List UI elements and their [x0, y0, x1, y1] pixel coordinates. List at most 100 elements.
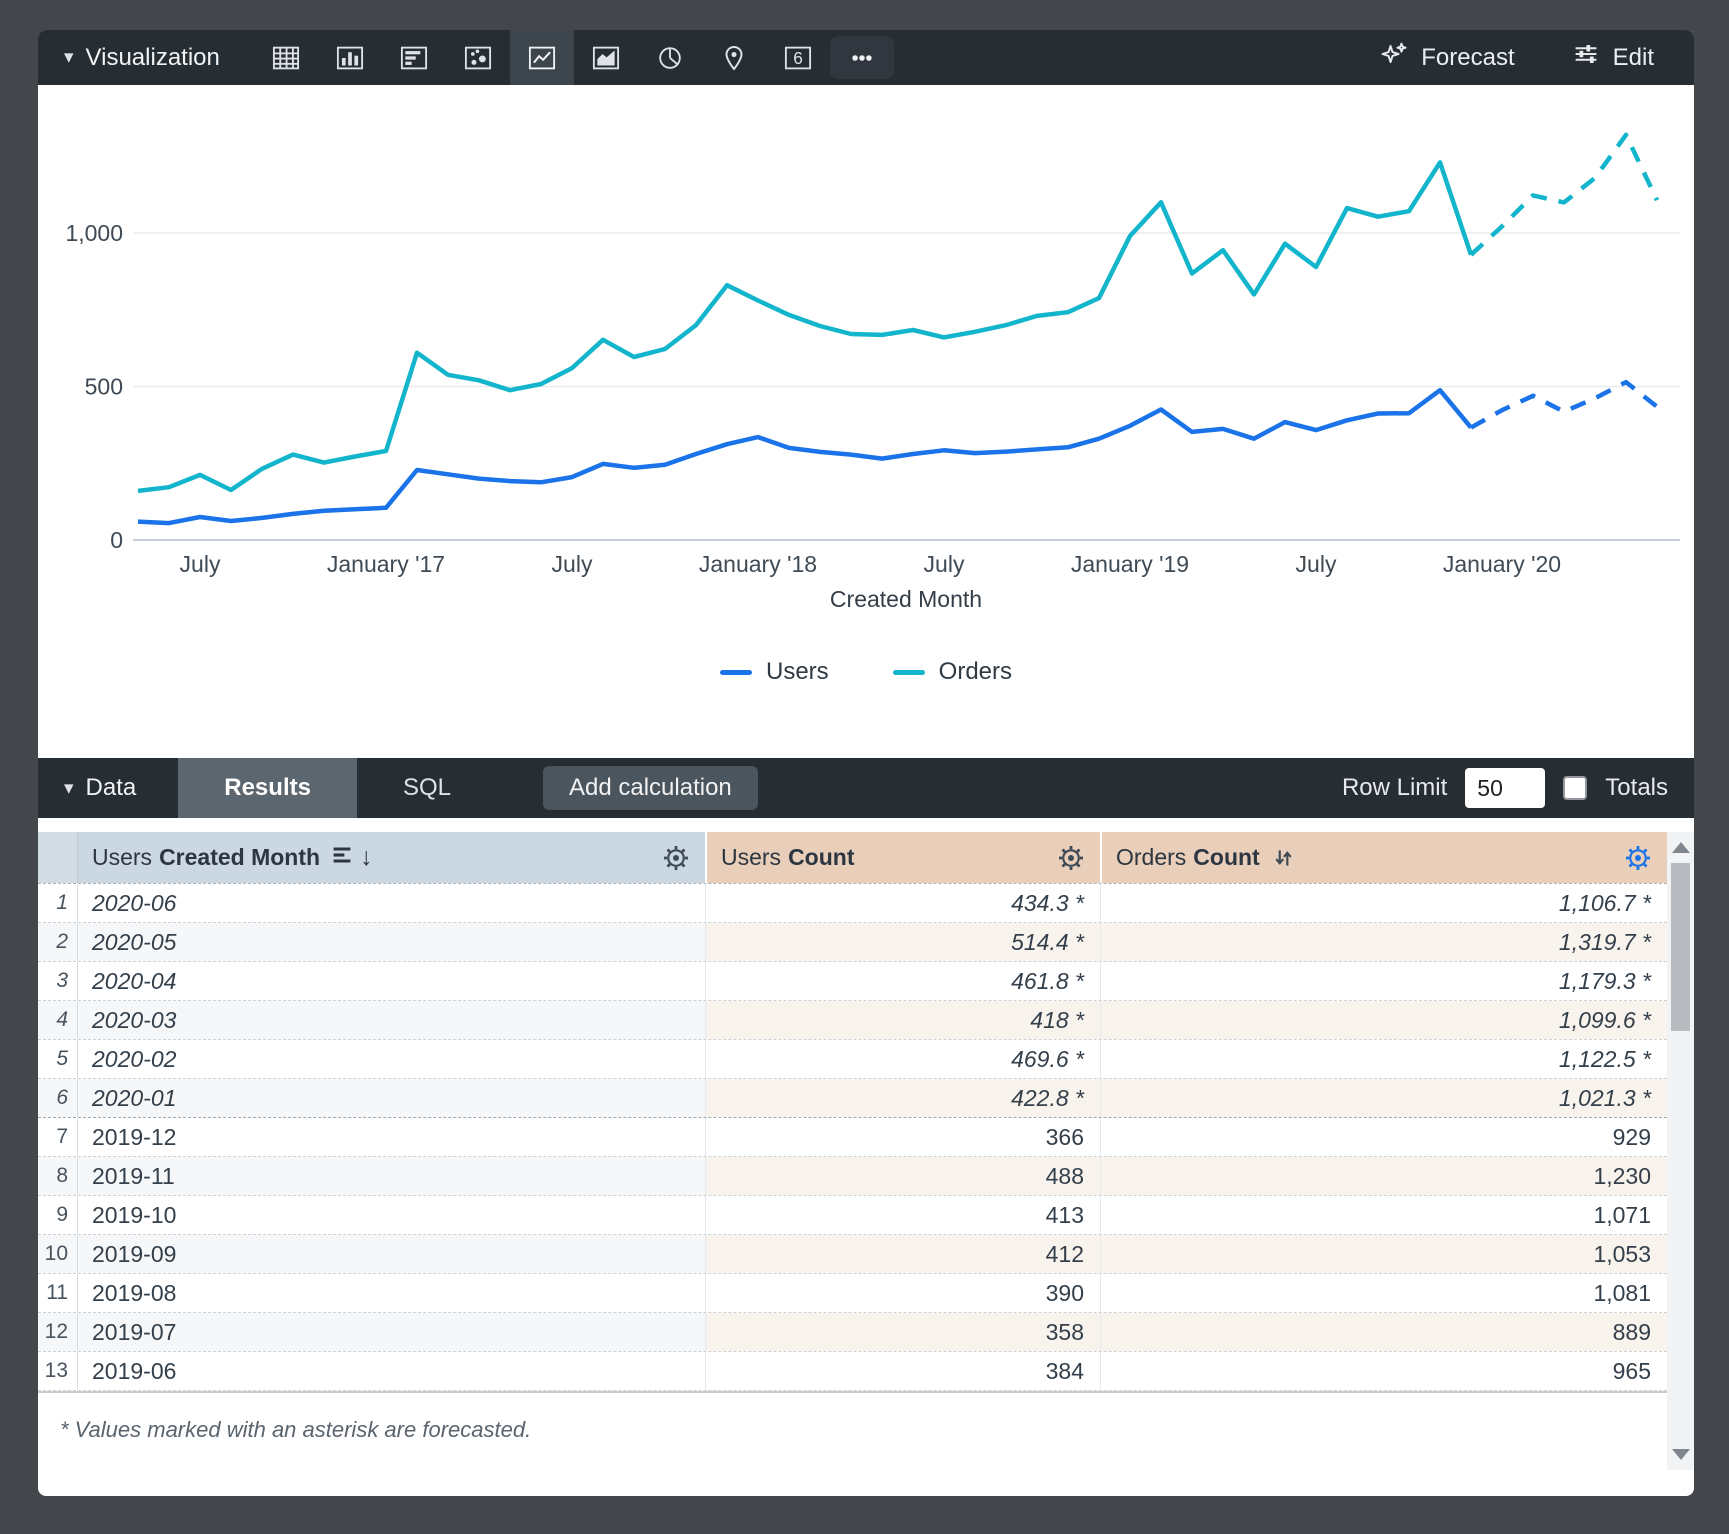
visualization-toolbar: ▾ Visualization: [38, 30, 1694, 85]
more-chart-types-icon[interactable]: [830, 36, 894, 79]
chart-legend: Users Orders: [38, 658, 1694, 686]
edit-button[interactable]: Edit: [1571, 39, 1654, 76]
totals-label: Totals: [1605, 774, 1668, 802]
cell-orders-count: 1,071: [1100, 1196, 1667, 1234]
cell-created-month: 2019-11: [78, 1157, 705, 1195]
svg-text:January '19: January '19: [1071, 551, 1189, 577]
table-row: 102019-094121,053: [38, 1235, 1667, 1274]
table-row: 72019-12366929: [38, 1118, 1667, 1157]
scroll-down-icon[interactable]: [1672, 1449, 1690, 1460]
cell-orders-count: 929: [1100, 1118, 1667, 1156]
table-row: 62020-01422.8 *1,021.3 *: [38, 1079, 1667, 1118]
tab-results[interactable]: Results: [178, 758, 357, 818]
scroll-up-icon[interactable]: [1672, 842, 1690, 853]
add-calculation-button[interactable]: Add calculation: [543, 766, 758, 810]
cell-users-count: 514.4 *: [705, 923, 1100, 961]
cell-created-month: 2019-08: [78, 1274, 705, 1312]
svg-text:July: July: [552, 551, 593, 577]
cell-users-count: 488: [705, 1157, 1100, 1195]
cell-created-month: 2020-05: [78, 923, 705, 961]
cell-orders-count: 1,122.5 *: [1100, 1040, 1667, 1078]
row-number: 4: [38, 1001, 78, 1039]
cell-orders-count: 1,081: [1100, 1274, 1667, 1312]
cell-created-month: 2019-12: [78, 1118, 705, 1156]
legend-item[interactable]: Users: [720, 658, 829, 686]
gear-icon[interactable]: [1056, 843, 1086, 873]
table-row: 92019-104131,071: [38, 1196, 1667, 1235]
column-header-orders-count[interactable]: Orders Count: [1100, 832, 1667, 883]
svg-text:July: July: [924, 551, 965, 577]
cell-users-count: 366: [705, 1118, 1100, 1156]
cell-created-month: 2020-01: [78, 1079, 705, 1117]
column-header-users-count[interactable]: Users Count: [705, 832, 1100, 883]
cell-orders-count: 965: [1100, 1352, 1667, 1390]
table-chart-icon[interactable]: [254, 30, 318, 85]
chart-section: 05001,000JulyJanuary '17JulyJanuary '18J…: [38, 85, 1694, 758]
column-chart-icon[interactable]: [318, 30, 382, 85]
legend-item[interactable]: Orders: [893, 658, 1012, 686]
legend-label: Orders: [939, 658, 1012, 686]
row-number: 9: [38, 1196, 78, 1234]
row-number: 7: [38, 1118, 78, 1156]
scatter-chart-icon[interactable]: [446, 30, 510, 85]
column-header-created-month[interactable]: Users Created Month ↓: [78, 832, 705, 883]
table-header-row: Users Created Month ↓: [38, 832, 1667, 884]
forecast-label: Forecast: [1421, 44, 1514, 72]
tab-sql[interactable]: SQL: [357, 758, 497, 818]
data-toolbar: ▾ Data Results SQL Add calculation Row L…: [38, 758, 1694, 818]
single-value-icon[interactable]: 6: [766, 30, 830, 85]
row-number: 12: [38, 1313, 78, 1351]
forecast-button[interactable]: Forecast: [1379, 39, 1514, 76]
row-number: 2: [38, 923, 78, 961]
line-chart-icon[interactable]: [510, 30, 574, 85]
table-row: 22020-05514.4 *1,319.7 *: [38, 923, 1667, 962]
table-row: 132019-06384965: [38, 1352, 1667, 1391]
visualization-section-toggle[interactable]: ▾ Visualization: [38, 30, 254, 85]
table-row: 112019-083901,081: [38, 1274, 1667, 1313]
cell-users-count: 390: [705, 1274, 1100, 1312]
sparkle-icon: [1379, 39, 1409, 76]
visualization-label: Visualization: [86, 44, 220, 72]
svg-text:0: 0: [110, 527, 123, 553]
cell-created-month: 2020-04: [78, 962, 705, 1000]
table-row: 82019-114881,230: [38, 1157, 1667, 1196]
row-number: 3: [38, 962, 78, 1000]
sort-desc-arrow-icon: ↓: [360, 843, 373, 872]
row-number: 6: [38, 1079, 78, 1117]
area-chart-icon[interactable]: [574, 30, 638, 85]
table-body: 12020-06434.3 *1,106.7 *22020-05514.4 *1…: [38, 884, 1667, 1391]
legend-label: Users: [766, 658, 829, 686]
cell-created-month: 2019-10: [78, 1196, 705, 1234]
row-number: 8: [38, 1157, 78, 1195]
row-limit-input[interactable]: [1465, 768, 1545, 808]
cell-orders-count: 1,319.7 *: [1100, 923, 1667, 961]
cell-orders-count: 889: [1100, 1313, 1667, 1351]
cell-orders-count: 1,053: [1100, 1235, 1667, 1273]
cell-users-count: 422.8 *: [705, 1079, 1100, 1117]
scrollbar-thumb[interactable]: [1671, 863, 1690, 1031]
table-end-divider: [38, 1391, 1667, 1393]
gear-icon-active[interactable]: [1623, 843, 1653, 873]
results-table-area: Users Created Month ↓: [38, 818, 1694, 1496]
cell-created-month: 2019-07: [78, 1313, 705, 1351]
cell-created-month: 2019-06: [78, 1352, 705, 1390]
explore-card: ▾ Visualization: [38, 30, 1694, 1496]
table-row: 32020-04461.8 *1,179.3 *: [38, 962, 1667, 1001]
pie-chart-icon[interactable]: [638, 30, 702, 85]
bar-chart-icon[interactable]: [382, 30, 446, 85]
cell-created-month: 2020-02: [78, 1040, 705, 1078]
cell-orders-count: 1,021.3 *: [1100, 1079, 1667, 1117]
row-number: 1: [38, 884, 78, 922]
svg-text:January '18: January '18: [699, 551, 817, 577]
row-number: 11: [38, 1274, 78, 1312]
data-section-toggle[interactable]: ▾ Data: [38, 758, 178, 818]
cell-orders-count: 1,099.6 *: [1100, 1001, 1667, 1039]
gear-icon[interactable]: [661, 843, 691, 873]
sort-updown-icon: [1270, 845, 1296, 871]
svg-text:6: 6: [793, 47, 803, 67]
map-pin-icon[interactable]: [702, 30, 766, 85]
table-scrollbar[interactable]: [1667, 832, 1694, 1470]
legend-swatch: [720, 670, 752, 675]
svg-text:500: 500: [85, 374, 123, 400]
totals-checkbox[interactable]: [1563, 776, 1587, 800]
